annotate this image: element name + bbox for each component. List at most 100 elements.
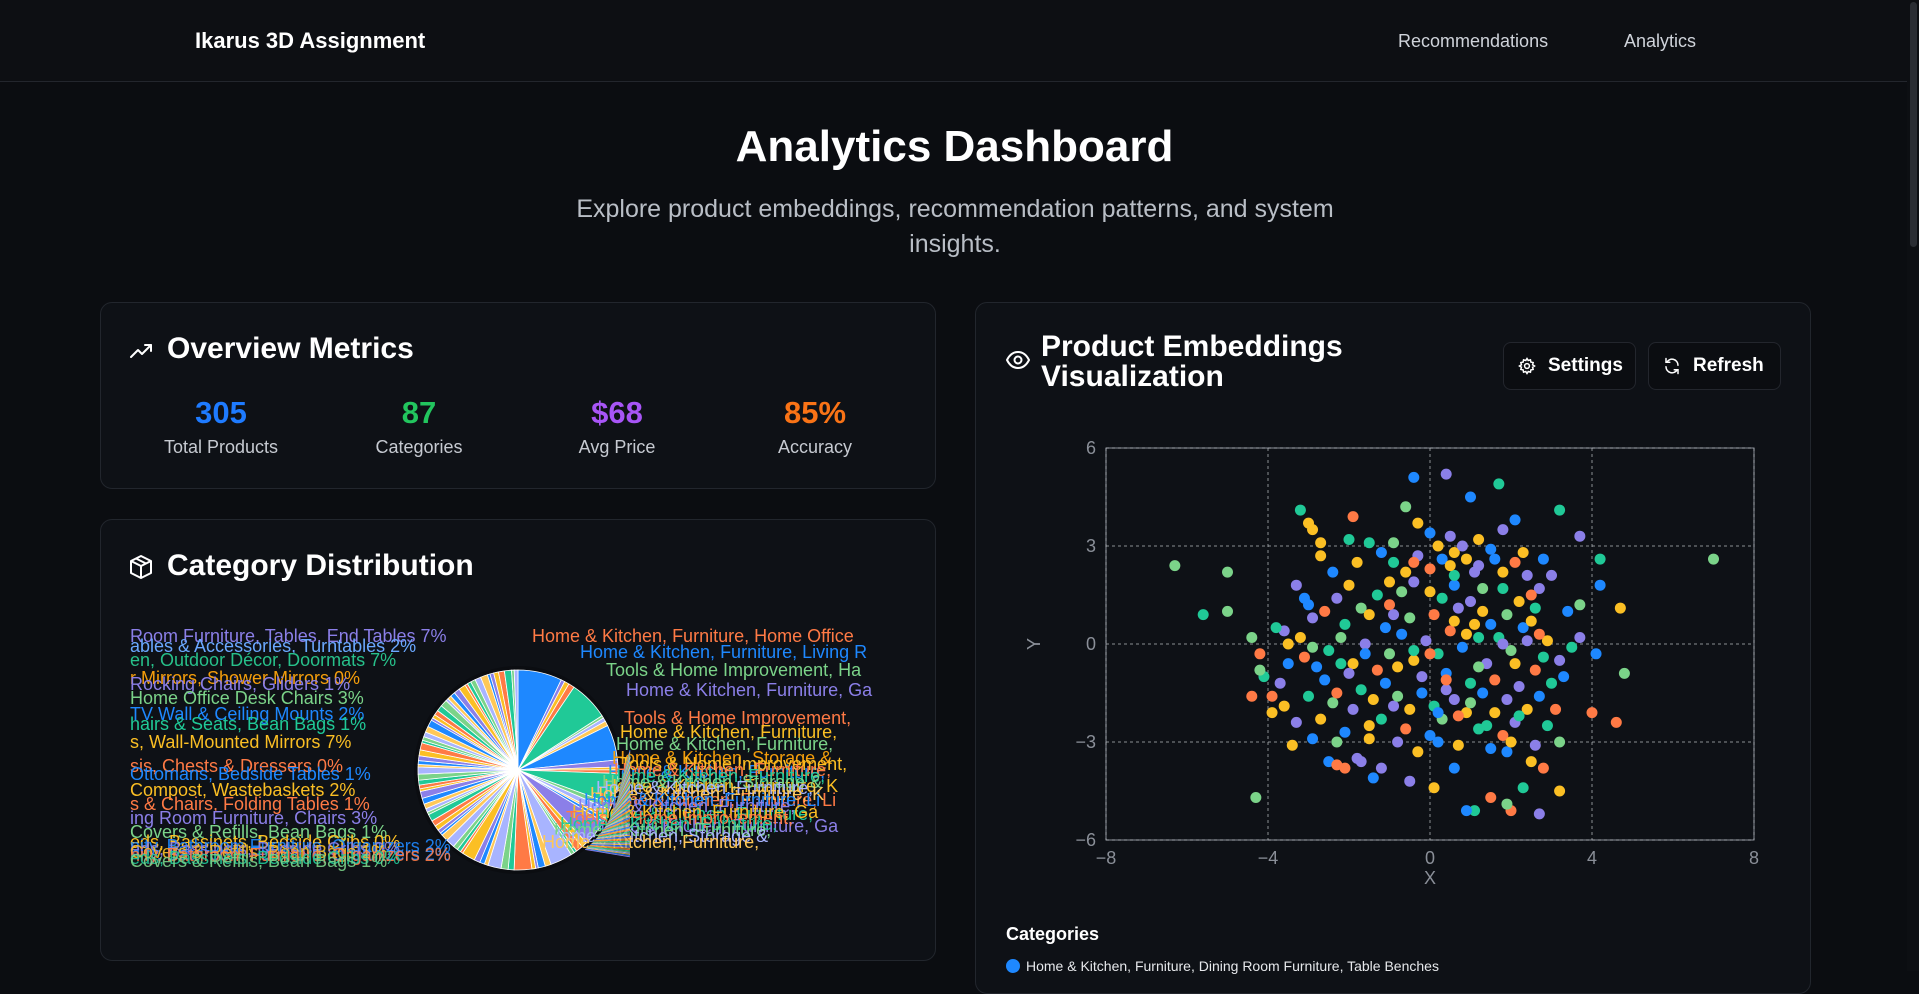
scatter-point[interactable] — [1356, 756, 1367, 767]
scatter-point[interactable] — [1461, 805, 1472, 816]
scatter-point[interactable] — [1465, 492, 1476, 503]
scatter-point[interactable] — [1497, 583, 1508, 594]
scatter-point[interactable] — [1469, 619, 1480, 630]
scatter-point[interactable] — [1538, 554, 1549, 565]
scatter-point[interactable] — [1376, 763, 1387, 774]
scatter-point[interactable] — [1441, 684, 1452, 695]
scatter-point[interactable] — [1348, 511, 1359, 522]
scatter-point[interactable] — [1388, 557, 1399, 568]
scatter-point[interactable] — [1254, 648, 1265, 659]
scatter-point[interactable] — [1574, 599, 1585, 610]
scatter-point[interactable] — [1384, 648, 1395, 659]
scatter-point[interactable] — [1546, 678, 1557, 689]
scatter-point[interactable] — [1425, 527, 1436, 538]
scatter-point[interactable] — [1416, 671, 1427, 682]
scatter-point[interactable] — [1364, 733, 1375, 744]
scatter-point[interactable] — [1477, 688, 1488, 699]
scatter-point[interactable] — [1437, 593, 1448, 604]
scatter-point[interactable] — [1461, 629, 1472, 640]
scatter-point[interactable] — [1481, 720, 1492, 731]
scatter-point[interactable] — [1445, 560, 1456, 571]
scatter-point[interactable] — [1400, 567, 1411, 578]
scatter-point[interactable] — [1327, 567, 1338, 578]
scatter-point[interactable] — [1392, 661, 1403, 672]
scatter-point[interactable] — [1271, 622, 1282, 633]
scatter-point[interactable] — [1344, 534, 1355, 545]
scatter-point[interactable] — [1416, 688, 1427, 699]
scatter-point[interactable] — [1368, 694, 1379, 705]
scatter-point[interactable] — [1246, 632, 1257, 643]
scatter-point[interactable] — [1412, 518, 1423, 529]
scatter-point[interactable] — [1534, 691, 1545, 702]
scatter-point[interactable] — [1360, 648, 1371, 659]
scatter-point[interactable] — [1429, 782, 1440, 793]
scatter-point[interactable] — [1497, 524, 1508, 535]
scatter-point[interactable] — [1445, 625, 1456, 636]
scatter-point[interactable] — [1489, 707, 1500, 718]
scatter-point[interactable] — [1299, 593, 1310, 604]
scatter-point[interactable] — [1404, 704, 1415, 715]
scatter-point[interactable] — [1441, 674, 1452, 685]
scatter-point[interactable] — [1254, 665, 1265, 676]
scatter-point[interactable] — [1473, 534, 1484, 545]
scatter-point[interactable] — [1489, 674, 1500, 685]
scatter-point[interactable] — [1587, 707, 1598, 718]
scatter-point[interactable] — [1595, 580, 1606, 591]
settings-button[interactable]: Settings — [1503, 342, 1636, 390]
scatter-point[interactable] — [1315, 550, 1326, 561]
scatter-point[interactable] — [1465, 596, 1476, 607]
scatter-point[interactable] — [1457, 642, 1468, 653]
scatter-point[interactable] — [1412, 746, 1423, 757]
scatter-point[interactable] — [1457, 541, 1468, 552]
scatter-point[interactable] — [1372, 665, 1383, 676]
scatter-point[interactable] — [1708, 554, 1719, 565]
scatter-point[interactable] — [1360, 639, 1371, 650]
scatter-point[interactable] — [1433, 541, 1444, 552]
scatter-point[interactable] — [1510, 514, 1521, 525]
scatter-point[interactable] — [1396, 586, 1407, 597]
scatter-point[interactable] — [1595, 554, 1606, 565]
scatter-point[interactable] — [1441, 469, 1452, 480]
scatter-point[interactable] — [1473, 661, 1484, 672]
scatter-point[interactable] — [1489, 554, 1500, 565]
scatter-point[interactable] — [1554, 737, 1565, 748]
scatter-point[interactable] — [1380, 622, 1391, 633]
scatter-point[interactable] — [1339, 727, 1350, 738]
scatter-point[interactable] — [1283, 639, 1294, 650]
scatter-point[interactable] — [1291, 580, 1302, 591]
scatter-point[interactable] — [1554, 655, 1565, 666]
scatter-point[interactable] — [1331, 688, 1342, 699]
scatter-point[interactable] — [1518, 782, 1529, 793]
scatter-point[interactable] — [1611, 717, 1622, 728]
scatter-point[interactable] — [1279, 701, 1290, 712]
scatter-point[interactable] — [1331, 759, 1342, 770]
scatter-point[interactable] — [1465, 678, 1476, 689]
scatter-point[interactable] — [1530, 740, 1541, 751]
scatter-point[interactable] — [1404, 776, 1415, 787]
scatter-point[interactable] — [1453, 740, 1464, 751]
scatter-point[interactable] — [1615, 603, 1626, 614]
scatter-point[interactable] — [1311, 661, 1322, 672]
scatter-point[interactable] — [1449, 570, 1460, 581]
scatter-point[interactable] — [1307, 524, 1318, 535]
scatter-point[interactable] — [1433, 707, 1444, 718]
scatter-point[interactable] — [1319, 674, 1330, 685]
scatter-point[interactable] — [1408, 557, 1419, 568]
scatter-point[interactable] — [1384, 599, 1395, 610]
scatter-point[interactable] — [1497, 567, 1508, 578]
scatter-point[interactable] — [1344, 668, 1355, 679]
scatter-point[interactable] — [1530, 665, 1541, 676]
scatter-point[interactable] — [1477, 606, 1488, 617]
scatter-point[interactable] — [1275, 678, 1286, 689]
scatter-point[interactable] — [1352, 557, 1363, 568]
scatter-point[interactable] — [1364, 720, 1375, 731]
scatter-point[interactable] — [1392, 737, 1403, 748]
scatter-point[interactable] — [1283, 658, 1294, 669]
scatter-point[interactable] — [1295, 505, 1306, 516]
scatter-point[interactable] — [1368, 772, 1379, 783]
scatter-point[interactable] — [1315, 537, 1326, 548]
scatter-point[interactable] — [1591, 648, 1602, 659]
scatter-point[interactable] — [1506, 737, 1517, 748]
scatter-point[interactable] — [1530, 603, 1541, 614]
scatter-point[interactable] — [1425, 563, 1436, 574]
